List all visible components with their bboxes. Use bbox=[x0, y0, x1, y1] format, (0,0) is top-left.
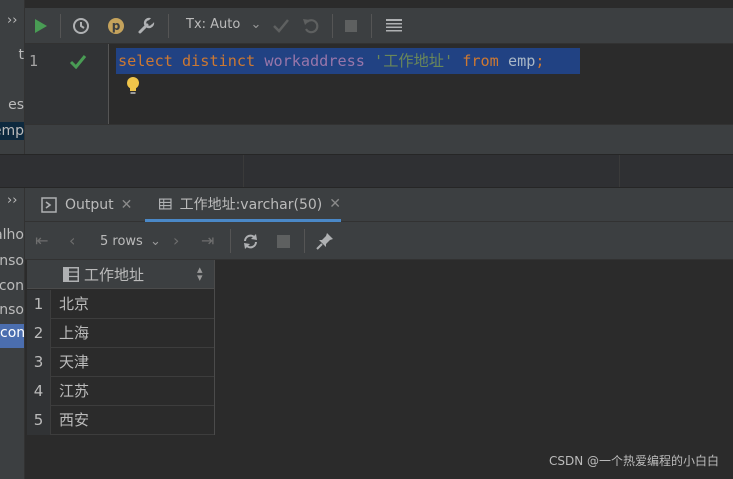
column-border bbox=[214, 260, 215, 435]
history-button[interactable] bbox=[69, 14, 93, 38]
service-item-selected[interactable]: con bbox=[0, 324, 24, 348]
tab-result-set[interactable]: 工作地址:varchar(50) ✕ bbox=[145, 188, 341, 222]
clock-icon bbox=[73, 18, 89, 34]
last-page-icon[interactable]: ⇥ bbox=[201, 231, 214, 250]
table-row[interactable]: 2 上海 bbox=[27, 319, 214, 348]
code-line[interactable]: select distinct workaddress '工作地址' from … bbox=[116, 48, 580, 74]
check-icon bbox=[273, 19, 289, 33]
service-item[interactable]: con bbox=[0, 277, 24, 295]
explain-plan-button[interactable]: p bbox=[104, 14, 128, 38]
table-row[interactable]: 1 北京 bbox=[27, 290, 214, 319]
toolbar-separator bbox=[304, 229, 305, 253]
transaction-mode-label: Tx: Auto bbox=[186, 17, 241, 32]
toolbar-separator bbox=[60, 14, 61, 38]
tab-label: Output bbox=[65, 197, 114, 213]
code-token: select bbox=[118, 52, 183, 70]
panel-expand-chevron[interactable]: ›› bbox=[7, 193, 17, 208]
rollback-button[interactable] bbox=[299, 14, 323, 38]
row-number: 3 bbox=[27, 348, 51, 377]
column-header[interactable]: 工作地址 ▴ ▾ bbox=[27, 260, 214, 289]
stop-icon[interactable] bbox=[277, 235, 290, 248]
sql-editor[interactable]: 1 select distinct workaddress '工作地址' fro… bbox=[25, 44, 733, 124]
splitter-divider bbox=[243, 155, 244, 187]
code-token: distinct bbox=[182, 52, 265, 70]
service-item[interactable]: nso bbox=[0, 252, 24, 270]
prev-page-icon[interactable]: ‹ bbox=[69, 231, 75, 250]
pin-icon[interactable] bbox=[316, 232, 334, 250]
run-button[interactable] bbox=[29, 14, 53, 38]
table-cell[interactable]: 天津 bbox=[59, 348, 89, 377]
splitter-divider bbox=[619, 155, 620, 187]
editor-bottom-band bbox=[25, 124, 733, 154]
row-number: 4 bbox=[27, 377, 51, 406]
line-number: 1 bbox=[29, 52, 39, 70]
lightbulb-icon[interactable] bbox=[126, 76, 140, 96]
chevron-down-icon: ⌄ bbox=[250, 17, 262, 32]
table-row[interactable]: 4 江苏 bbox=[27, 377, 214, 406]
first-page-icon[interactable]: ⇤ bbox=[35, 231, 48, 250]
toolbar-separator bbox=[230, 229, 231, 253]
code-token: '工作地址' bbox=[374, 52, 463, 70]
stop-icon bbox=[345, 20, 357, 32]
tree-item[interactable]: t bbox=[19, 46, 25, 64]
toolbar-separator bbox=[371, 14, 372, 38]
table-cell[interactable]: 北京 bbox=[59, 290, 89, 319]
table-icon bbox=[159, 197, 172, 210]
settings-button[interactable] bbox=[134, 14, 158, 38]
tree-item[interactable]: es bbox=[8, 96, 24, 114]
row-number: 1 bbox=[27, 290, 51, 319]
console-icon bbox=[41, 197, 57, 213]
tab-label: 工作地址:varchar(50) bbox=[179, 196, 323, 213]
tab-output[interactable]: Output ✕ bbox=[41, 188, 132, 222]
row-number: 2 bbox=[27, 319, 51, 348]
table-cell[interactable]: 江苏 bbox=[59, 377, 89, 406]
code-token: from bbox=[462, 52, 508, 70]
table-row[interactable]: 3 天津 bbox=[27, 348, 214, 377]
svg-text:p: p bbox=[112, 19, 121, 33]
result-navigation-bar: ⇤ ‹ 5 rows ⌄ › ⇥ bbox=[25, 222, 733, 260]
code-token: emp bbox=[507, 52, 536, 70]
table-cell[interactable]: 上海 bbox=[59, 319, 89, 348]
table-row[interactable]: 5 西安 bbox=[27, 406, 214, 435]
column-icon bbox=[63, 267, 79, 282]
close-icon[interactable]: ✕ bbox=[329, 196, 341, 212]
console-toolbar: p Tx: Auto ⌄ bbox=[25, 8, 733, 44]
check-icon bbox=[69, 55, 87, 69]
editor-gutter: 1 bbox=[25, 44, 109, 124]
page-size-select[interactable]: 5 rows ⌄ bbox=[100, 234, 161, 249]
service-item[interactable]: nso bbox=[0, 301, 24, 319]
table-lines-icon bbox=[386, 19, 402, 32]
wrench-icon bbox=[138, 17, 155, 34]
rows-count-label: 5 rows bbox=[100, 234, 143, 249]
code-token: ; bbox=[535, 52, 545, 70]
watermark: CSDN @一个热爱编程的小白白 bbox=[548, 454, 719, 468]
p-badge-icon: p bbox=[108, 18, 124, 34]
next-page-icon[interactable]: › bbox=[173, 231, 179, 250]
service-item[interactable]: alho bbox=[0, 226, 24, 244]
transaction-mode-select[interactable]: Tx: Auto ⌄ bbox=[186, 17, 261, 32]
chevron-down-icon: ⌄ bbox=[149, 234, 161, 249]
project-tree-panel: t es emp ›› ›› alho nso con nso con bbox=[0, 0, 25, 479]
refresh-icon[interactable] bbox=[242, 233, 259, 250]
toolbar-separator bbox=[332, 14, 333, 38]
panel-splitter[interactable] bbox=[0, 154, 733, 188]
close-icon[interactable]: ✕ bbox=[121, 197, 133, 213]
stop-button[interactable] bbox=[339, 14, 363, 38]
panel-expand-chevron[interactable]: ›› bbox=[7, 13, 17, 28]
column-header-label: 工作地址 bbox=[84, 266, 145, 284]
tree-item-selected[interactable]: emp bbox=[0, 122, 24, 140]
row-number: 5 bbox=[27, 406, 51, 435]
sort-icon[interactable]: ▴ ▾ bbox=[197, 264, 203, 283]
table-cell[interactable]: 西安 bbox=[59, 406, 89, 435]
play-icon bbox=[35, 19, 47, 33]
output-layout-button[interactable] bbox=[382, 14, 406, 38]
toolbar-separator bbox=[168, 14, 169, 38]
commit-button[interactable] bbox=[269, 14, 293, 38]
results-tab-bar: Output ✕ 工作地址:varchar(50) ✕ bbox=[25, 188, 733, 222]
code-token: workaddress bbox=[264, 52, 375, 70]
result-grid: 工作地址 ▴ ▾ 1 北京 2 上海 3 天津 4 江苏 5 西安 bbox=[25, 260, 733, 479]
undo-icon bbox=[303, 19, 319, 34]
